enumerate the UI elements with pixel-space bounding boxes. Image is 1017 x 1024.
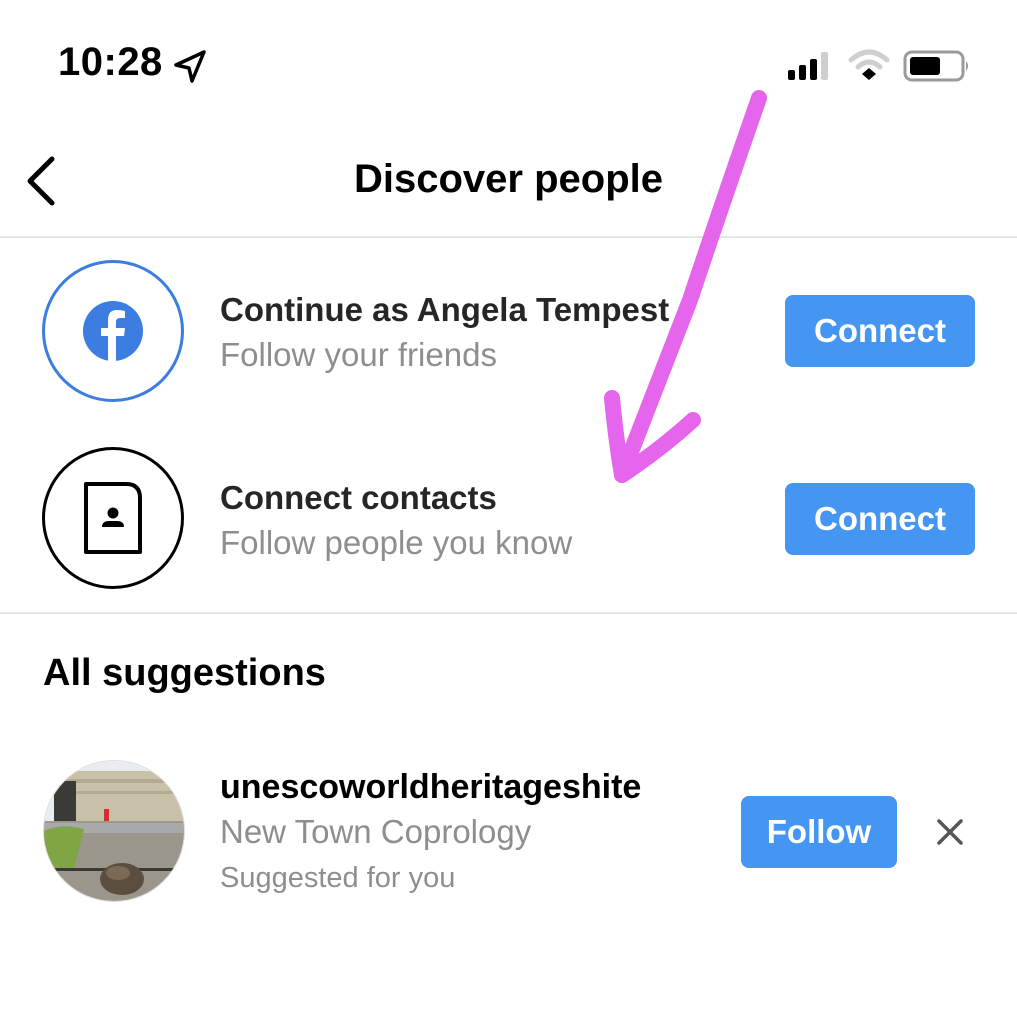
location-arrow-icon bbox=[174, 50, 206, 83]
follow-button[interactable]: Follow bbox=[741, 796, 897, 868]
battery-icon bbox=[903, 50, 968, 82]
arrow-shaft bbox=[614, 90, 767, 483]
contacts-row-subtitle: Follow people you know bbox=[220, 524, 573, 561]
suggestion-username[interactable]: unescoworldheritageshite bbox=[220, 768, 641, 807]
close-icon[interactable] bbox=[930, 812, 970, 852]
contacts-row-title: Connect contacts bbox=[220, 479, 497, 516]
cellular-signal-icon bbox=[788, 52, 828, 80]
status-time: 10:28 bbox=[58, 40, 163, 84]
section-divider bbox=[0, 612, 1017, 614]
wifi-icon bbox=[848, 49, 890, 80]
header-divider bbox=[0, 236, 1017, 238]
avatar[interactable] bbox=[43, 760, 185, 902]
connect-contacts-button[interactable]: Connect bbox=[785, 483, 975, 555]
arrow-head bbox=[604, 390, 701, 483]
connect-facebook-button[interactable]: Connect bbox=[785, 295, 975, 367]
suggestions-heading: All suggestions bbox=[43, 652, 326, 694]
contacts-icon-circle bbox=[42, 447, 184, 589]
suggestion-reason: Suggested for you bbox=[220, 862, 456, 894]
avatar-photo bbox=[44, 761, 184, 901]
suggestion-full-name: New Town Coprology bbox=[220, 813, 532, 850]
facebook-row-title: Continue as Angela Tempest bbox=[220, 291, 670, 328]
facebook-icon bbox=[83, 301, 143, 362]
facebook-icon-circle bbox=[42, 260, 184, 402]
page-title: Discover people bbox=[353, 157, 663, 201]
facebook-row-subtitle: Follow your friends bbox=[220, 336, 497, 373]
contact-card-icon bbox=[84, 482, 142, 554]
